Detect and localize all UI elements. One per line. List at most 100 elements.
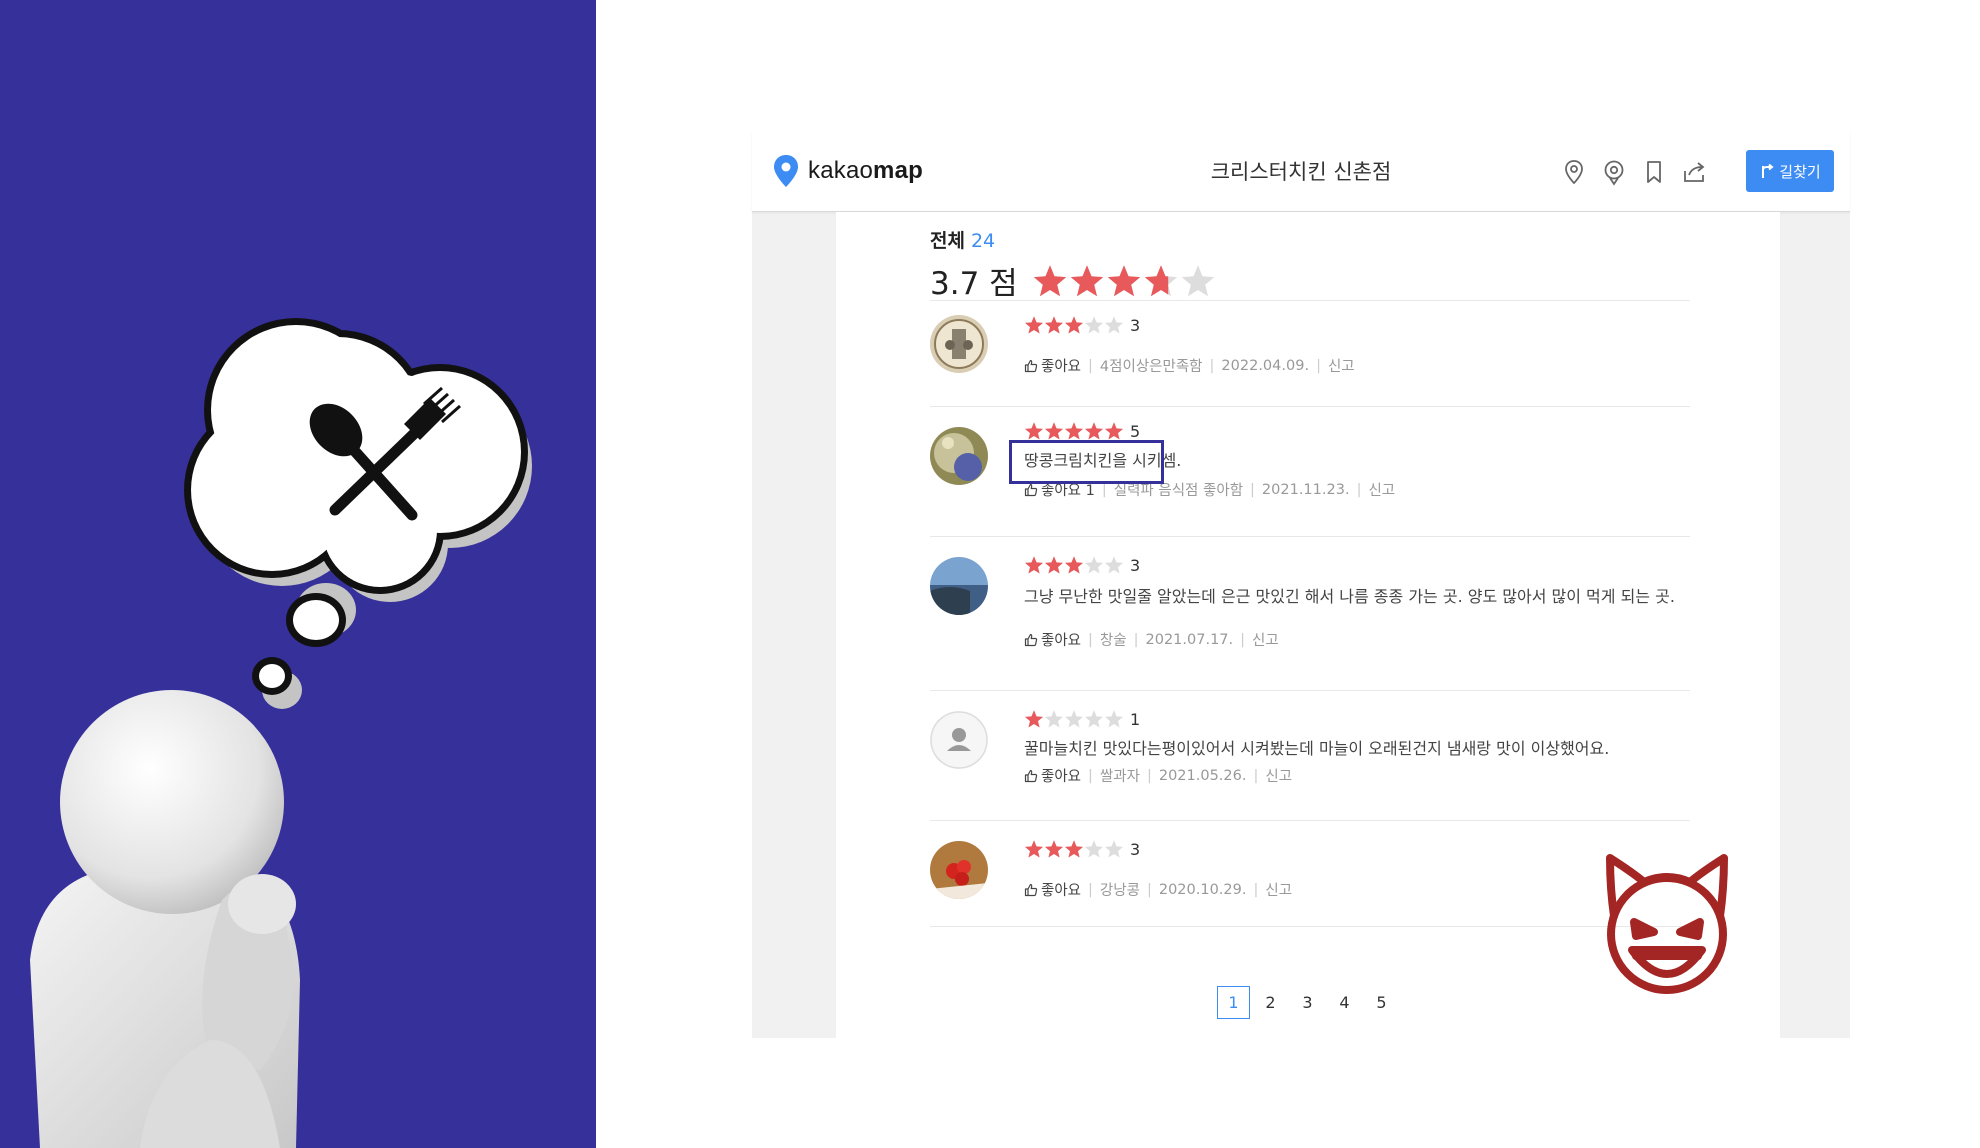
highlight-box [1009, 440, 1164, 484]
report-link[interactable]: 신고 [1265, 765, 1292, 786]
bookmark-icon[interactable] [1640, 158, 1668, 186]
star-icon [1045, 556, 1063, 574]
star-icon [1065, 422, 1083, 440]
review-date: 2022.04.09. [1221, 357, 1310, 374]
like-button[interactable]: 좋아요 [1024, 765, 1081, 786]
review-item: 3 좋아요 | 강낭콩 | 2020.10.29. | 신고 [930, 820, 1690, 926]
star-icon [1107, 264, 1140, 296]
report-link[interactable]: 신고 [1265, 879, 1292, 900]
review-rating-value: 3 [1130, 555, 1141, 575]
review-item: 3 좋아요 | 4점이상은만족함 | 2022.04.09. | 신고 [930, 300, 1690, 406]
review-rating-value: 3 [1130, 315, 1141, 335]
star-icon [1085, 316, 1103, 334]
page-2-button[interactable]: 2 [1254, 986, 1287, 1019]
kakaomap-logo[interactable]: kakaomap [774, 154, 923, 188]
reviewer-avatar[interactable] [930, 427, 988, 485]
report-link[interactable]: 신고 [1252, 629, 1279, 650]
meta-divider: | [1356, 481, 1362, 498]
review-rating: 3 [1024, 555, 1140, 575]
review-text: 그냥 무난한 맛일줄 알았는데 은근 맛있긴 해서 나름 종종 가는 곳. 양도… [1024, 587, 1675, 606]
review-meta: 좋아요 | 강낭콩 | 2020.10.29. | 신고 [1024, 879, 1292, 900]
star-icon [1065, 840, 1083, 858]
meta-divider: | [1250, 481, 1255, 498]
star-icon [1085, 422, 1103, 440]
star-icon [1181, 264, 1214, 296]
review-author[interactable]: 쌀과자 [1100, 765, 1140, 786]
page-1-button[interactable]: 1 [1217, 986, 1250, 1019]
meta-divider: | [1253, 881, 1259, 898]
thinking-person-figure [30, 690, 300, 1148]
review-date: 2021.07.17. [1145, 631, 1234, 648]
star-icon [1085, 556, 1103, 574]
star-icon [1065, 556, 1083, 574]
review-author[interactable]: 창술 [1100, 629, 1127, 650]
route-search-button[interactable]: 길찾기 [1746, 150, 1834, 192]
page-4-button[interactable]: 4 [1328, 986, 1361, 1019]
review-author[interactable]: 4점이상은만족함 [1100, 355, 1203, 376]
review-author[interactable]: 강낭콩 [1100, 879, 1140, 900]
reviewer-avatar[interactable] [930, 557, 988, 615]
star-icon [1045, 710, 1063, 728]
star-icon [1085, 710, 1103, 728]
meta-divider: | [1146, 767, 1152, 784]
star-icon [1025, 840, 1043, 858]
review-list-divider [930, 926, 1690, 927]
review-rating: 5 [1024, 421, 1140, 441]
meta-divider: | [1209, 357, 1215, 374]
meta-divider: | [1088, 357, 1093, 374]
review-item: 1 꿀마늘치킨 맛있다는평이있어서 시켜봤는데 마늘이 오래된건지 냄새랑 맛이 … [930, 690, 1690, 820]
share-icon[interactable] [1680, 158, 1708, 186]
location-icon[interactable] [1600, 158, 1628, 186]
review-date: 2020.10.29. [1158, 881, 1247, 898]
meta-divider: | [1240, 631, 1246, 648]
page-3-button[interactable]: 3 [1291, 986, 1324, 1019]
thought-bubble [184, 318, 532, 709]
left-illustration-panel [0, 0, 596, 1148]
review-summary-heading: 전체 24 [930, 226, 995, 253]
average-score-row: 3.7 점 [930, 258, 1216, 303]
star-icon [1045, 840, 1063, 858]
meta-divider: | [1088, 881, 1093, 898]
like-label: 좋아요 [1041, 633, 1082, 649]
route-search-label: 길찾기 [1779, 162, 1821, 181]
star-icon [1085, 840, 1103, 858]
reviewer-avatar[interactable] [930, 841, 988, 899]
reviewer-avatar[interactable] [930, 711, 988, 769]
reviewer-avatar[interactable] [930, 315, 988, 373]
map-pin-icon[interactable] [1560, 158, 1588, 186]
like-button[interactable]: 좋아요 [1024, 355, 1081, 376]
meta-divider: | [1133, 631, 1139, 648]
review-item: 3 그냥 무난한 맛일줄 알았는데 은근 맛있긴 해서 나름 종종 가는 곳. 양… [930, 536, 1690, 690]
devil-face-icon [1606, 854, 1728, 994]
report-link[interactable]: 신고 [1368, 479, 1395, 500]
star-icon [1025, 422, 1043, 440]
average-score: 3.7 점 [930, 266, 1018, 302]
page-5-button[interactable]: 5 [1365, 986, 1398, 1019]
review-meta: 좋아요 | 쌀과자 | 2021.05.26. | 신고 [1024, 765, 1292, 786]
thumbs-up-icon [1024, 633, 1038, 646]
review-meta: 좋아요 | 4점이상은만족함 | 2022.04.09. | 신고 [1024, 355, 1355, 376]
like-button[interactable]: 좋아요 [1024, 879, 1081, 900]
report-link[interactable]: 신고 [1328, 355, 1355, 376]
thumbs-up-icon [1024, 883, 1038, 896]
star-icon [1033, 264, 1066, 296]
average-rating-stars [1032, 263, 1216, 299]
review-text: 꿀마늘치킨 맛있다는평이있어서 시켜봤는데 마늘이 오래된건지 냄새랑 맛이 이… [1024, 739, 1610, 758]
review-meta: 좋아요 | 창술 | 2021.07.17. | 신고 [1024, 629, 1279, 650]
star-icon [1105, 556, 1123, 574]
review-rating: 1 [1024, 709, 1140, 729]
review-rating-value: 5 [1130, 421, 1141, 441]
meta-divider: | [1088, 631, 1093, 648]
meta-divider: | [1088, 767, 1093, 784]
like-button[interactable]: 좋아요 [1024, 629, 1081, 650]
kakaomap-header: kakaomap 크리스터치킨 신촌점 길찾기 [752, 132, 1850, 212]
star-icon [1065, 710, 1083, 728]
star-icon [1105, 710, 1123, 728]
like-label: 좋아요 [1041, 769, 1082, 785]
like-label: 좋아요 [1041, 883, 1082, 899]
pagination: 12345 [1217, 986, 1402, 1019]
thumbs-up-icon [1024, 359, 1038, 372]
star-icon [1025, 556, 1043, 574]
star-icon [1025, 710, 1043, 728]
review-count: 24 [970, 230, 996, 252]
